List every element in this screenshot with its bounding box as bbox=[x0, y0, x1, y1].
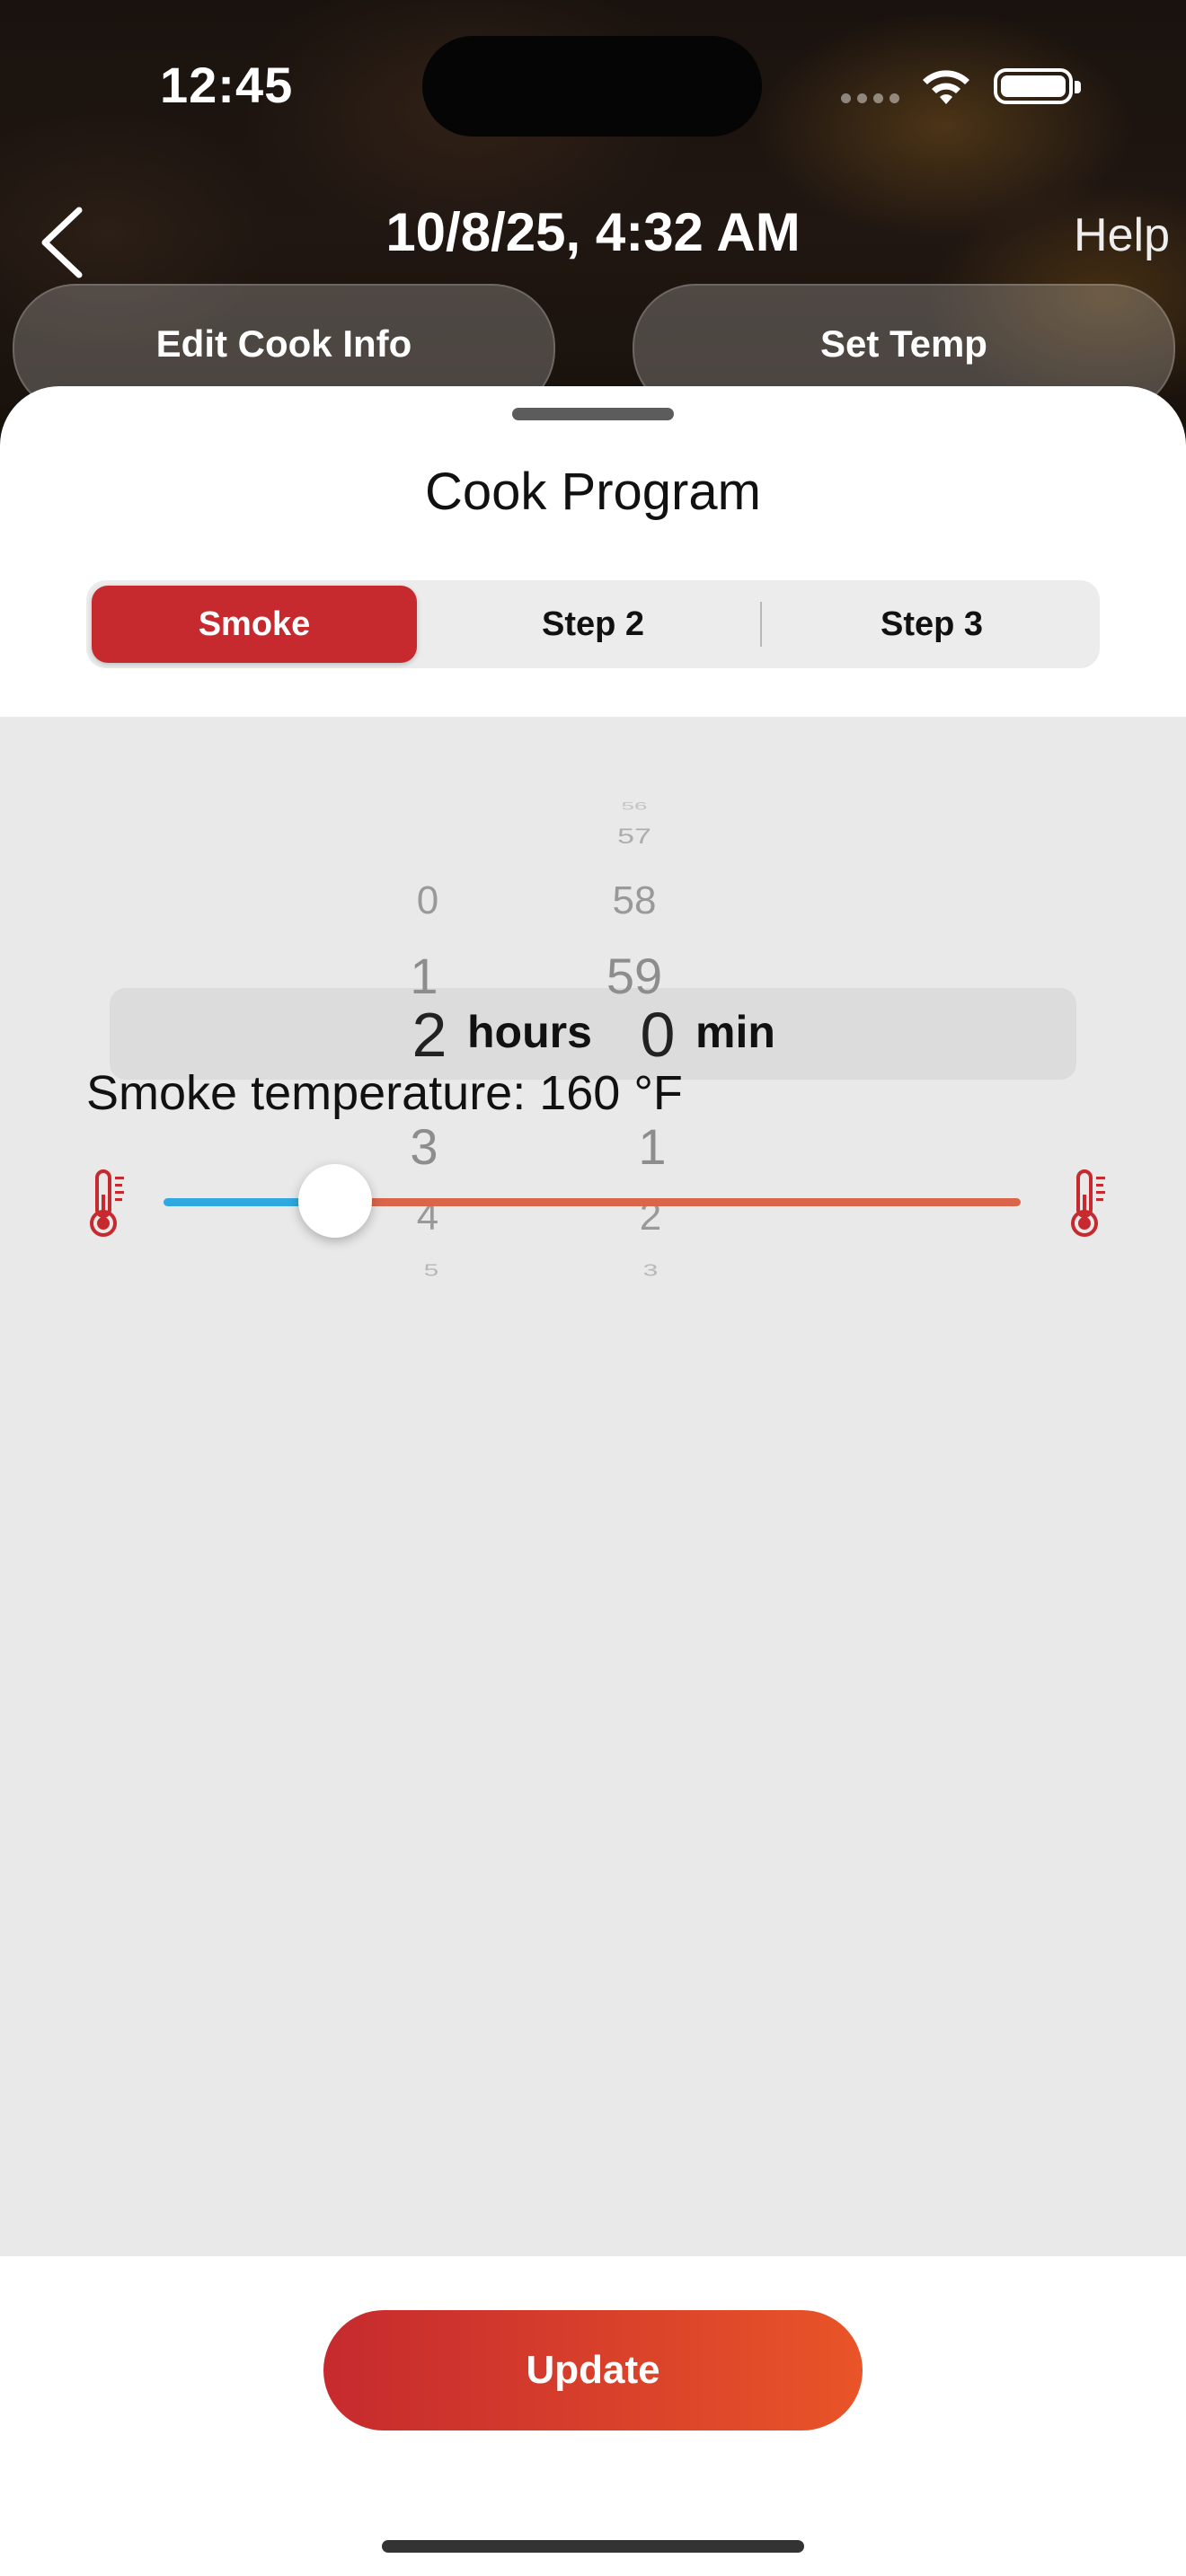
tab-step-2[interactable]: Step 2 bbox=[430, 586, 756, 663]
sheet-grabber[interactable] bbox=[512, 408, 674, 420]
home-indicator bbox=[382, 2540, 804, 2553]
update-button[interactable]: Update bbox=[323, 2310, 863, 2430]
hours-option[interactable]: 0 bbox=[365, 878, 491, 923]
temperature-slider[interactable] bbox=[86, 1130, 1111, 1274]
slider-thumb[interactable] bbox=[297, 1164, 372, 1238]
battery-icon bbox=[994, 68, 1081, 104]
cellular-signal-icon bbox=[841, 93, 899, 103]
wifi-icon bbox=[923, 70, 969, 104]
thermometer-icon bbox=[90, 1169, 124, 1237]
smoke-temperature-label: Smoke temperature: 160 °F bbox=[86, 1066, 683, 1120]
page-title: 10/8/25, 4:32 AM bbox=[385, 202, 801, 262]
minutes-option[interactable]: 58 bbox=[571, 878, 697, 923]
cook-program-sheet: Cook Program Smoke Step 2 Step 3 0 1 2 3… bbox=[0, 386, 1186, 2576]
step-settings-panel: 0 1 2 3 4 5 hours 56 57 58 59 0 1 2 3 mi… bbox=[0, 717, 1186, 2256]
step-segmented-control: Smoke Step 2 Step 3 bbox=[86, 580, 1100, 668]
minutes-option[interactable]: 59 bbox=[571, 947, 697, 1005]
minutes-unit-label: min bbox=[695, 1007, 775, 1057]
help-link[interactable]: Help bbox=[1074, 208, 1170, 262]
thermometer-icon bbox=[1071, 1169, 1105, 1237]
hours-unit-label: hours bbox=[467, 1007, 592, 1057]
tab-smoke[interactable]: Smoke bbox=[92, 586, 417, 663]
minutes-option[interactable]: 57 bbox=[571, 825, 697, 849]
hours-option[interactable]: 1 bbox=[361, 947, 487, 1005]
dynamic-island bbox=[422, 36, 762, 137]
sheet-title: Cook Program bbox=[425, 463, 761, 521]
slider-track-high[interactable] bbox=[334, 1198, 1021, 1206]
segment-divider bbox=[760, 602, 762, 647]
minutes-option[interactable]: 56 bbox=[571, 800, 697, 813]
status-time: 12:45 bbox=[160, 57, 294, 113]
tab-step-3[interactable]: Step 3 bbox=[769, 586, 1094, 663]
